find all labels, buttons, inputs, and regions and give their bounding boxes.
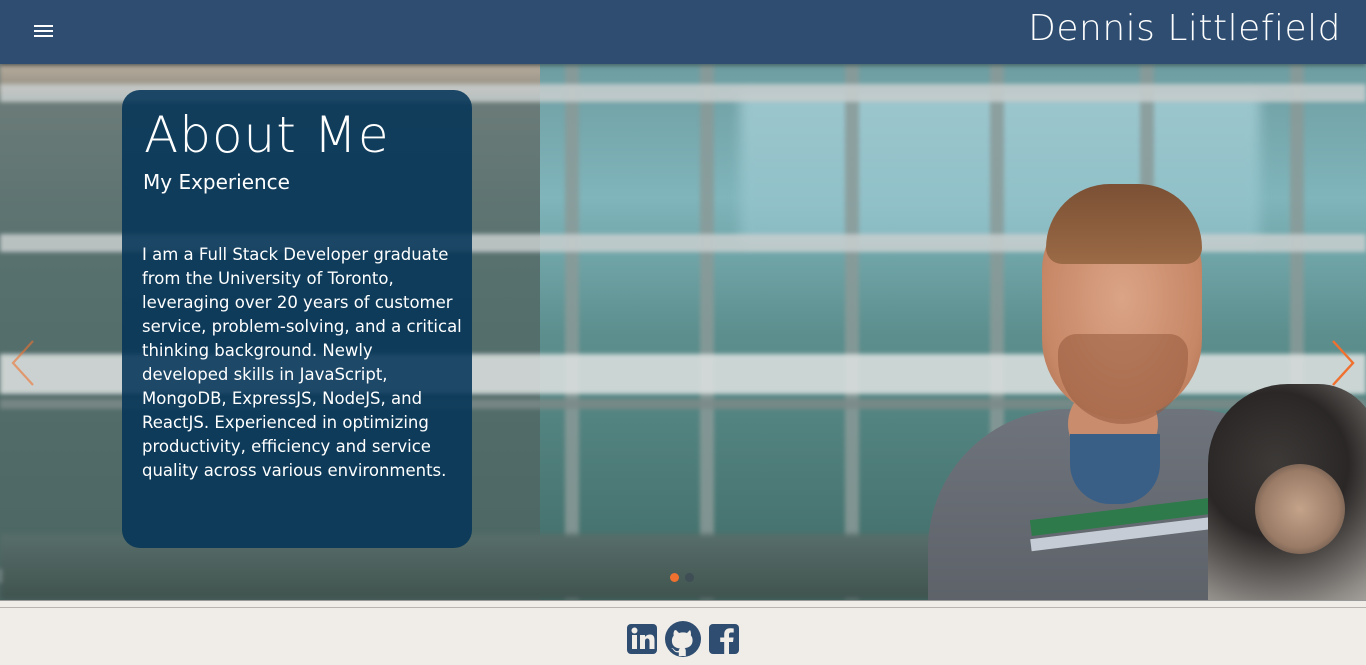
site-footer [0,600,1366,665]
carousel-indicators [670,573,694,582]
about-subtitle: My Experience [143,170,290,194]
about-title: About Me [144,106,390,164]
carousel-dot-active[interactable] [670,573,679,582]
carousel-dot[interactable] [685,573,694,582]
about-card: About Me My Experience I am a Full Stack… [122,90,472,548]
site-title: Dennis Littlefield [1028,8,1341,49]
chevron-right-icon[interactable] [1330,339,1356,387]
facebook-icon[interactable] [708,623,740,659]
about-body: I am a Full Stack Developer graduate fro… [142,245,462,480]
chevron-left-icon[interactable] [10,339,36,387]
github-icon[interactable] [664,620,702,662]
site-header: Dennis Littlefield [0,0,1366,64]
linkedin-icon[interactable] [626,623,658,659]
hamburger-menu-icon[interactable] [34,22,54,42]
social-links [626,620,740,662]
profile-photo-person-with-dog [920,184,1366,600]
